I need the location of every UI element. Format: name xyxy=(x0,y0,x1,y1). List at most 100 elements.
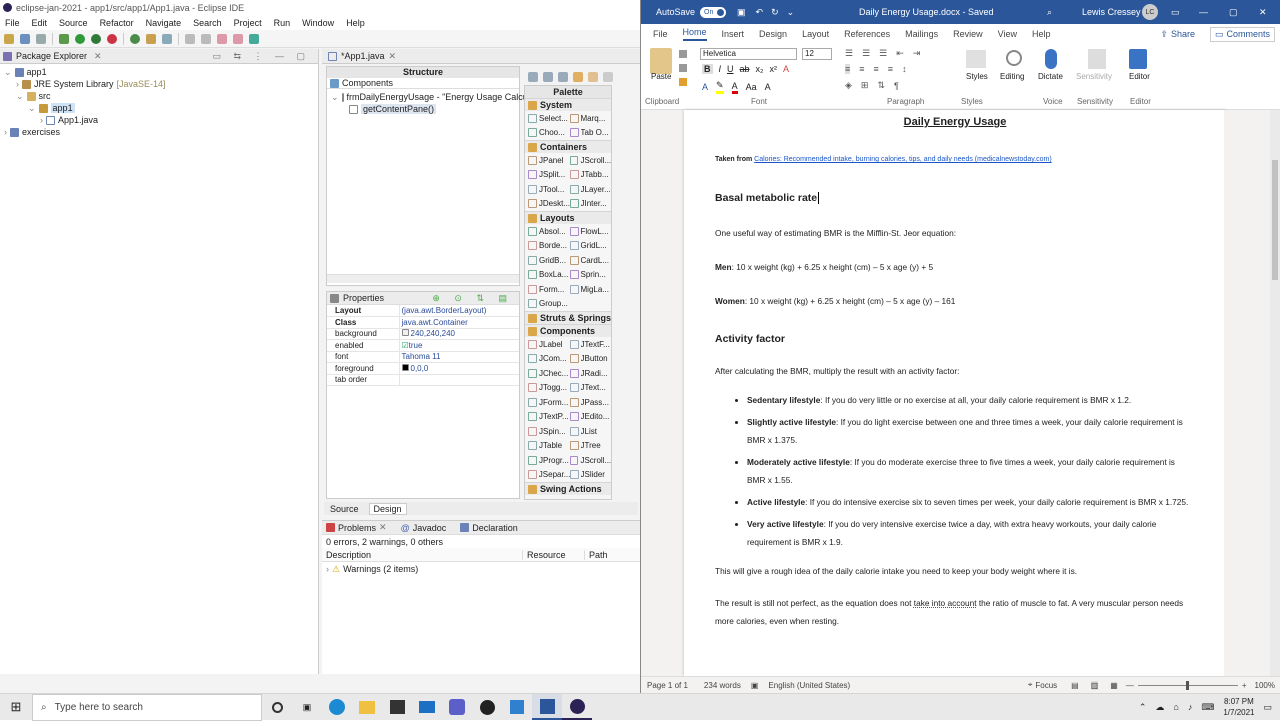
menu-window[interactable]: Window xyxy=(302,18,334,28)
tree-item-content-pane[interactable]: getContentPane() xyxy=(327,103,519,115)
forward-icon[interactable] xyxy=(233,33,243,44)
tree-item-app1[interactable]: ⌄ app1 xyxy=(4,66,318,78)
tab-file[interactable]: File xyxy=(653,29,668,39)
palette-item[interactable]: Tab O... xyxy=(569,128,612,138)
palette-item[interactable]: Absol... xyxy=(528,226,570,236)
problems-row-warnings[interactable]: › ⚠ Warnings (2 items) xyxy=(322,562,640,576)
palette-item[interactable]: JTool... xyxy=(528,184,570,194)
column-path[interactable]: Path xyxy=(584,549,608,560)
avatar[interactable]: LC xyxy=(1142,4,1158,20)
palette-item[interactable]: JTree xyxy=(569,441,612,451)
menu-file[interactable]: File xyxy=(5,18,20,28)
close-icon[interactable]: ✕ xyxy=(379,522,387,533)
tab-app1-java[interactable]: *App1.java xyxy=(341,51,385,61)
palette-item[interactable]: JLayer... xyxy=(569,184,612,194)
start-button[interactable]: ⊞ xyxy=(0,694,32,720)
file-explorer-icon[interactable] xyxy=(352,694,382,720)
dictate-button[interactable]: Dictate xyxy=(1038,72,1063,81)
tab-declaration[interactable]: Declaration xyxy=(472,523,518,533)
underline-icon[interactable]: U xyxy=(727,64,734,74)
menu-search[interactable]: Search xyxy=(193,18,222,28)
palette-item[interactable]: JScroll... xyxy=(569,155,611,165)
align-right-icon[interactable]: ≡ xyxy=(874,64,879,74)
user-name[interactable]: Lewis Cressey xyxy=(1082,7,1141,17)
palette-item[interactable]: JLabel xyxy=(528,339,570,349)
preview-icon[interactable] xyxy=(558,72,568,82)
proofing-icon[interactable]: ▣ xyxy=(751,681,759,690)
borders-icon[interactable]: ⊞ xyxy=(861,80,869,91)
back-icon[interactable] xyxy=(217,33,227,44)
tab-design[interactable]: Design xyxy=(368,502,407,515)
copy-icon[interactable] xyxy=(679,64,687,72)
text-effects-icon[interactable]: A xyxy=(702,82,708,92)
palette-item[interactable]: JTextF... xyxy=(569,339,612,349)
save-all-icon[interactable] xyxy=(36,33,46,44)
zoom-level[interactable]: 100% xyxy=(1255,681,1275,690)
ribbon-display-icon[interactable]: ▭ xyxy=(1171,7,1180,18)
eclipse-icon[interactable] xyxy=(562,694,592,720)
view-menu-icon[interactable]: ▭ ⇆ ⋮ — ▢ xyxy=(212,51,310,62)
palette-item[interactable]: JTable xyxy=(528,441,570,451)
tab-view[interactable]: View xyxy=(998,29,1017,39)
palette-item[interactable]: CardL... xyxy=(569,255,612,265)
tab-javadoc[interactable]: Javadoc xyxy=(413,523,447,533)
tab-problems[interactable]: Problems xyxy=(338,523,376,533)
italic-icon[interactable]: I xyxy=(719,64,722,74)
coverage-icon[interactable] xyxy=(91,33,101,44)
tab-home[interactable]: Home xyxy=(682,27,707,41)
tree-item-src[interactable]: ⌄ src xyxy=(4,90,318,102)
column-description[interactable]: Description xyxy=(322,550,522,560)
property-row[interactable]: background 240,240,240 xyxy=(327,328,519,340)
bold-icon[interactable]: B xyxy=(702,64,713,74)
cortana-icon[interactable] xyxy=(262,694,292,720)
palette-item[interactable]: Choo... xyxy=(528,128,570,138)
save-icon[interactable] xyxy=(20,33,30,44)
app-icon[interactable] xyxy=(502,694,532,720)
tab-references[interactable]: References xyxy=(844,29,890,39)
debug-icon[interactable] xyxy=(59,33,69,44)
palette-item[interactable]: JPanel xyxy=(528,155,570,165)
search-icon[interactable] xyxy=(162,33,172,44)
palette-section[interactable]: Struts & Springs xyxy=(525,311,611,324)
volume-icon[interactable]: ♪ xyxy=(1188,702,1193,712)
tab-review[interactable]: Review xyxy=(953,29,983,39)
palette-section[interactable]: Containers xyxy=(525,140,611,153)
palette-item[interactable]: JTabb... xyxy=(569,170,612,180)
palette-item[interactable]: JList xyxy=(569,426,612,436)
palette-item[interactable]: Sprin... xyxy=(569,270,612,280)
editor-button[interactable]: Editor xyxy=(1129,72,1150,81)
search-icon[interactable]: ⌕ xyxy=(1047,7,1052,18)
styles-button[interactable]: Styles xyxy=(966,72,988,81)
menu-project[interactable]: Project xyxy=(234,18,262,28)
decrease-indent-icon[interactable]: ⇤ xyxy=(896,48,904,59)
store-icon[interactable] xyxy=(382,694,412,720)
palette-item[interactable]: JInter... xyxy=(569,199,612,209)
superscript-icon[interactable]: x² xyxy=(770,64,778,74)
format-painter-icon[interactable] xyxy=(679,78,687,86)
tree-item-exercises[interactable]: › exercises xyxy=(4,126,318,138)
show-marks-icon[interactable]: ¶ xyxy=(894,81,899,91)
read-mode-icon[interactable]: ▤ xyxy=(1071,681,1079,690)
external-tools-icon[interactable] xyxy=(107,33,117,44)
tab-help[interactable]: Help xyxy=(1032,29,1051,39)
comments-button[interactable]: ▭ Comments xyxy=(1209,26,1275,42)
palette-item[interactable]: JButton xyxy=(569,354,612,364)
document-title[interactable]: Daily Energy Usage.docx - Saved xyxy=(859,7,994,17)
palette-section[interactable]: Swing Actions xyxy=(525,482,611,495)
palette-item[interactable]: JTextP... xyxy=(528,412,570,422)
microphone-icon[interactable] xyxy=(1045,49,1057,69)
justify-icon[interactable]: ≡ xyxy=(888,64,893,74)
tab-design[interactable]: Design xyxy=(759,29,787,39)
palette-item[interactable]: Form... xyxy=(528,284,570,294)
mail-icon[interactable] xyxy=(412,694,442,720)
properties-toolbar-icon[interactable]: ⊕ ⊙ ⇅ ▤ xyxy=(432,293,513,304)
vertical-scrollbar[interactable] xyxy=(1270,110,1280,676)
paste-button[interactable]: Paste xyxy=(651,72,671,81)
property-row[interactable]: tab order xyxy=(327,374,519,386)
next-annotation-icon[interactable] xyxy=(185,33,195,44)
sort-icon[interactable]: ⇅ xyxy=(877,80,885,91)
align-center-icon[interactable]: ≡ xyxy=(859,64,864,74)
tools-icon[interactable] xyxy=(603,72,613,82)
palette-item[interactable]: JDeskt... xyxy=(528,199,570,209)
palette-item[interactable]: BoxLa... xyxy=(528,270,570,280)
